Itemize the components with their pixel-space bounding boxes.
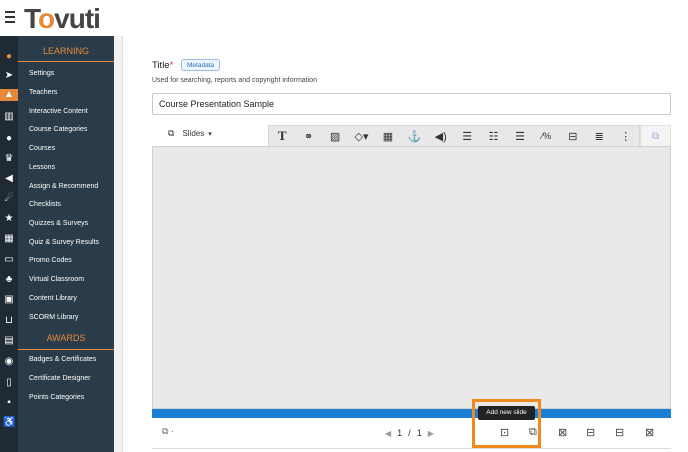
trophy-icon[interactable]: ♛	[3, 153, 15, 165]
rocket-icon[interactable]: ➤	[3, 70, 15, 82]
sidebar-item-promo-codes[interactable]: Promo Codes	[29, 257, 72, 264]
delete-slide-icon[interactable]: ⊠	[645, 426, 654, 439]
title-help-text: Used for searching, reports and copyrigh…	[152, 77, 317, 84]
sidebar-item-interactive-content[interactable]: Interactive Content	[29, 108, 88, 115]
required-marker: *	[169, 60, 174, 71]
accessibility-icon[interactable]: ♿	[3, 417, 15, 429]
divider	[152, 448, 671, 449]
background-icon[interactable]: ⊠	[558, 426, 567, 439]
paste-icon[interactable]: ⧉	[640, 125, 671, 147]
sidebar-item-quizzes-surveys[interactable]: Quizzes & Surveys	[29, 220, 88, 227]
sidebar: LEARNING Settings Teachers Interactive C…	[18, 36, 114, 452]
pager-total: 1	[416, 428, 422, 438]
text-icon[interactable]: T	[269, 126, 295, 146]
copy-icon: ⧉	[168, 128, 175, 138]
caret-down-icon: ▾	[208, 130, 212, 138]
sidebar-item-points-categories[interactable]: Points Categories	[29, 394, 84, 401]
divider	[18, 349, 114, 350]
sort-left-icon[interactable]: ⊟	[586, 426, 595, 439]
star-icon[interactable]: ★	[3, 213, 15, 225]
sidebar-icon-rail: ● ➤ ▲ ▥ ● ♛ ◀ ☄ ★ ▦ ▭ ♣ ▣ ⊔ ▤ ◉ ▯ ▪ ♿	[0, 36, 18, 452]
metadata-badge[interactable]: Metadata	[181, 59, 221, 71]
image-icon[interactable]: ▨	[322, 126, 348, 146]
video-icon[interactable]: ▦	[375, 126, 401, 146]
sidebar-item-quiz-survey-results[interactable]: Quiz & Survey Results	[29, 239, 99, 246]
sort-right-icon[interactable]: ⊟	[615, 426, 624, 439]
sidebar-item-content-library[interactable]: Content Library	[29, 295, 77, 302]
sidebar-item-badges-certificates[interactable]: Badges & Certificates	[29, 356, 96, 363]
tovuti-logo[interactable]: Tovuti	[24, 3, 101, 35]
previous-slide-icon[interactable]: ◀	[385, 429, 391, 438]
editor-toolbar: T ⚭ ▨ ◇▾ ▦ ⚓ ◀) ☰ ☷ ☰ ⁄% ⊟ ≣ ⋮	[268, 125, 640, 147]
slide-pager: ◀ 1 / 1 ▶	[385, 428, 434, 438]
highlight-box	[472, 399, 541, 448]
document-icon[interactable]: ▯	[3, 377, 15, 389]
sitemap-icon[interactable]: ♣	[3, 274, 15, 286]
chart-icon[interactable]: ▥	[3, 111, 15, 123]
fill-blanks-icon[interactable]: ⁄%	[533, 126, 559, 146]
single-choice-icon[interactable]: ☷	[480, 126, 506, 146]
anchor-icon[interactable]: ⚓	[401, 126, 427, 146]
megaphone-icon[interactable]: ◀	[3, 173, 15, 185]
sidebar-item-assign-recommend[interactable]: Assign & Recommend	[29, 183, 98, 190]
more-icon[interactable]: ⋮	[612, 126, 638, 146]
sidebar-item-settings[interactable]: Settings	[29, 70, 54, 77]
slide-progress-bar	[152, 409, 671, 418]
settings-sliders-icon[interactable]: ☰	[454, 126, 480, 146]
chat-icon[interactable]: ◉	[3, 356, 15, 368]
sidebar-item-teachers[interactable]: Teachers	[29, 89, 57, 96]
slide-list-icon[interactable]: ⧉ ·	[162, 426, 174, 437]
cart-icon[interactable]: ⊔	[3, 315, 15, 327]
sidebar-item-virtual-classroom[interactable]: Virtual Classroom	[29, 276, 84, 283]
id-card-icon[interactable]: ▣	[3, 294, 15, 306]
shapes-icon[interactable]: ◇▾	[348, 126, 374, 146]
broadcast-icon[interactable]: ☄	[3, 193, 15, 205]
summary-list-icon[interactable]: ≣	[586, 126, 612, 146]
drag-drop-icon[interactable]: ⊟	[560, 126, 586, 146]
sidebar-item-certificate-designer[interactable]: Certificate Designer	[29, 375, 90, 382]
pager-separator: /	[408, 428, 411, 438]
users-icon[interactable]: ●	[3, 133, 15, 145]
multi-choice-icon[interactable]: ☰	[507, 126, 533, 146]
sidebar-item-scorm-library[interactable]: SCORM Library	[29, 314, 78, 321]
new-badge-icon[interactable]: ●	[3, 51, 15, 63]
sidebar-item-checklists[interactable]: Checklists	[29, 201, 61, 208]
table-icon[interactable]: ▦	[3, 233, 15, 245]
next-slide-icon[interactable]: ▶	[428, 429, 434, 438]
sidebar-item-courses[interactable]: Courses	[29, 145, 55, 152]
title-input[interactable]: Course Presentation Sample	[152, 93, 671, 115]
sidebar-section-learning: LEARNING	[42, 46, 89, 56]
slide-canvas[interactable]	[152, 146, 671, 409]
link-icon[interactable]: ⚭	[295, 126, 321, 146]
hamburger-menu-icon[interactable]	[5, 11, 16, 23]
top-bar: Tovuti	[0, 0, 688, 36]
audio-icon[interactable]: ◀)	[428, 126, 454, 146]
divider	[18, 61, 114, 62]
sidebar-item-lessons[interactable]: Lessons	[29, 164, 55, 171]
graduation-cap-icon[interactable]: ▲	[0, 89, 18, 101]
contact-icon[interactable]: ▪	[3, 397, 15, 409]
sidebar-section-awards: AWARDS	[46, 333, 86, 343]
pager-current: 1	[397, 428, 403, 438]
slides-dropdown[interactable]: ⧉ Slides ▾	[168, 128, 212, 139]
sidebar-item-course-categories[interactable]: Course Categories	[29, 126, 87, 133]
calendar-icon[interactable]: ▤	[3, 335, 15, 347]
title-label: Title*	[152, 60, 174, 71]
credit-card-icon[interactable]: ▭	[3, 254, 15, 266]
